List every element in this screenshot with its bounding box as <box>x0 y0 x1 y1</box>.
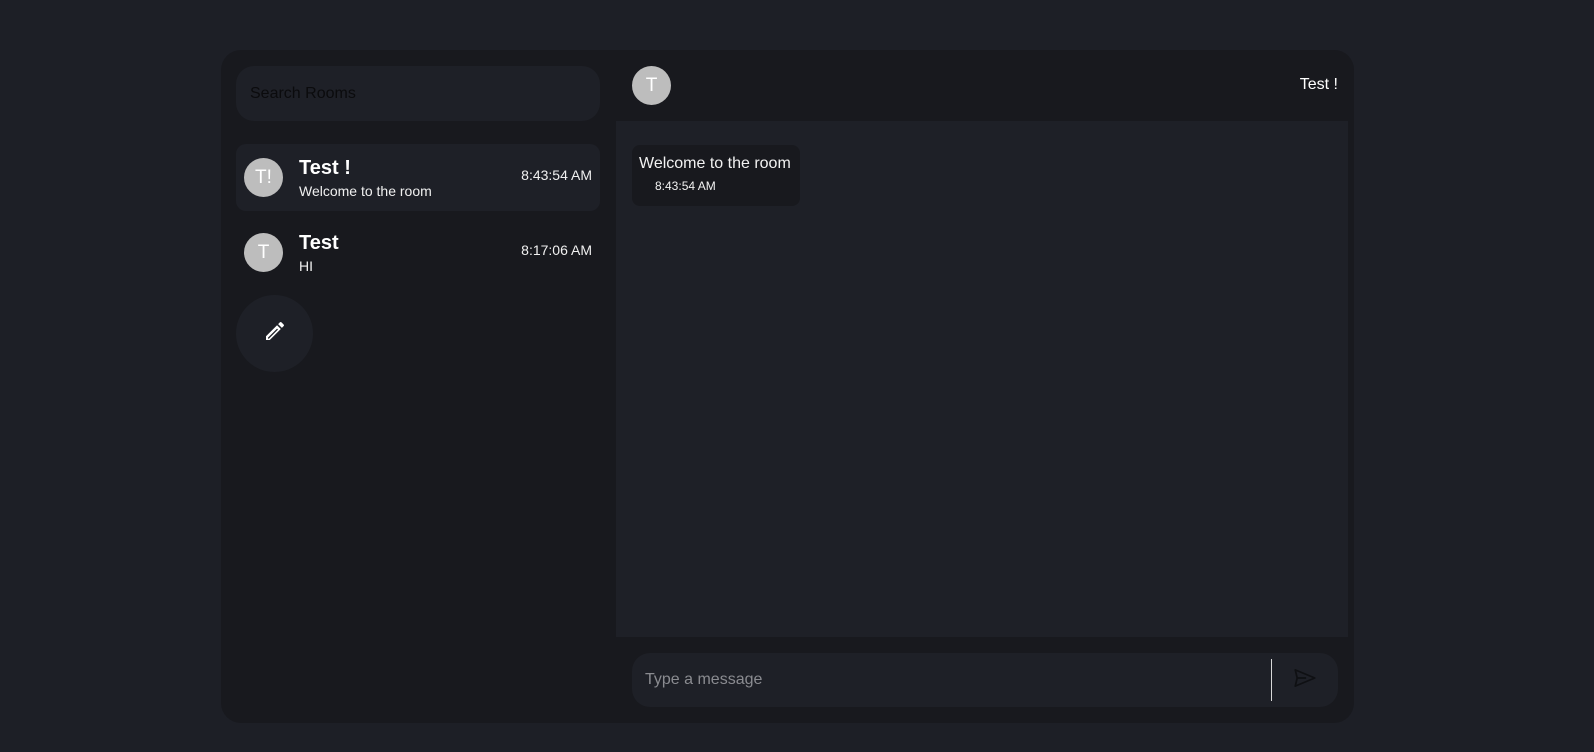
new-room-button[interactable] <box>236 295 313 372</box>
search-rooms-input[interactable] <box>250 84 600 103</box>
chat-panel: T Test ! Welcome to the room 8:43:54 AM <box>616 50 1354 723</box>
message-bubble: Welcome to the room 8:43:54 AM <box>632 145 800 206</box>
room-info: Test HI <box>299 231 521 274</box>
chat-avatar: T <box>632 66 671 105</box>
room-last-message: HI <box>299 258 313 274</box>
chat-title: Test ! <box>1299 76 1338 93</box>
room-info: Test ! Welcome to the room <box>299 156 521 199</box>
room-item-test[interactable]: T Test HI 8:17:06 AM <box>236 219 600 286</box>
message-input[interactable] <box>632 653 1271 707</box>
send-button[interactable] <box>1272 653 1338 707</box>
room-last-message: Welcome to the room <box>299 183 432 199</box>
room-item-test-exclaim[interactable]: T! Test ! Welcome to the room 8:43:54 AM <box>236 144 600 211</box>
room-name: Test ! <box>299 157 351 179</box>
chat-header: T Test ! <box>616 50 1354 121</box>
message-composer <box>632 653 1338 707</box>
message-time: 8:43:54 AM <box>655 179 716 193</box>
room-time: 8:43:54 AM <box>521 166 592 183</box>
room-avatar: T <box>244 233 283 272</box>
message-text: Welcome to the room <box>639 155 791 172</box>
room-time: 8:17:06 AM <box>521 241 592 258</box>
message-list[interactable]: Welcome to the room 8:43:54 AM <box>616 121 1348 637</box>
chat-app-window: T! Test ! Welcome to the room 8:43:54 AM… <box>221 50 1354 723</box>
room-avatar: T! <box>244 158 283 197</box>
rooms-sidebar: T! Test ! Welcome to the room 8:43:54 AM… <box>221 50 616 723</box>
pencil-icon <box>263 319 287 348</box>
search-box[interactable] <box>236 66 600 121</box>
send-icon <box>1290 665 1320 696</box>
room-name: Test <box>299 232 339 254</box>
